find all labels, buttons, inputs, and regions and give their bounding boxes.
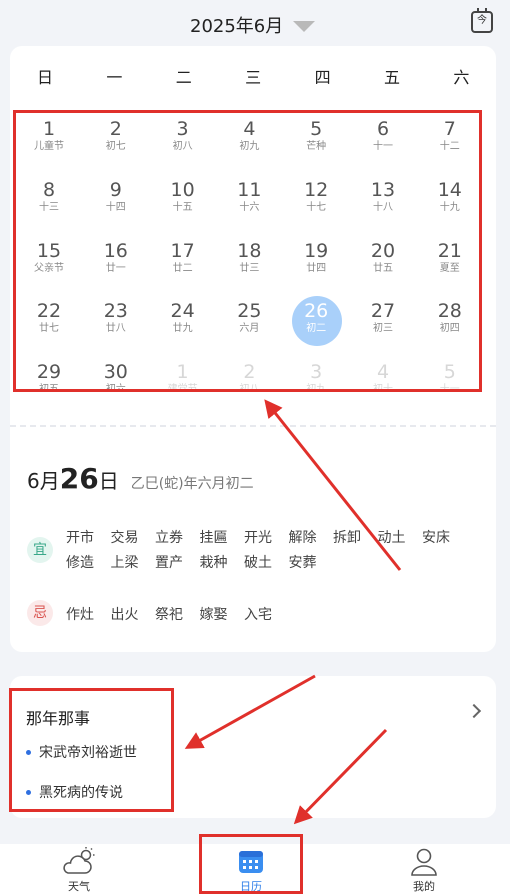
yi-item: 栽种 — [199, 555, 228, 571]
ji-item: 作灶 — [66, 607, 94, 623]
yi-item: 解除 — [288, 530, 317, 546]
yi-item: 修造 — [66, 555, 94, 571]
annotation-box-calendar — [13, 110, 482, 392]
ji-item: 出火 — [110, 607, 139, 623]
weekday-label: 六 — [453, 68, 470, 87]
yi-item: 交易 — [110, 530, 139, 546]
yi-item: 安葬 — [288, 555, 317, 571]
lunar-date: 乙巳(蛇)年六月初二 — [130, 476, 254, 492]
yi-badge: 宜 — [27, 537, 53, 563]
month-title: 2025年6月 — [190, 16, 284, 37]
weekday-label: 五 — [383, 68, 400, 87]
day-suffix: 日 — [98, 469, 119, 493]
yi-item: 上梁 — [110, 555, 139, 571]
weekday-label: 三 — [245, 68, 262, 87]
yi-item: 拆卸 — [333, 530, 361, 546]
yi-item: 开光 — [244, 530, 272, 546]
weekday-label: 日 — [36, 68, 53, 87]
yi-item: 挂匾 — [199, 530, 228, 546]
selected-day: 26 — [59, 462, 99, 495]
ji-badge: 忌 — [27, 600, 53, 626]
tab-profile[interactable]: 我的 — [384, 844, 464, 896]
weekday-label: 四 — [314, 68, 331, 87]
tab-weather[interactable]: 天气 — [39, 844, 119, 896]
tab-label: 天气 — [68, 880, 90, 893]
user-icon — [411, 848, 437, 876]
selected-date: 6月 26 日 乙巳(蛇)年六月初二 — [27, 462, 254, 496]
selected-month: 6月 — [27, 469, 60, 493]
weekday-label: 一 — [106, 68, 123, 87]
cloud-sun-icon — [63, 847, 95, 874]
weekday-row: 日一二三四五六 — [10, 64, 496, 88]
ji-item: 祭祀 — [155, 607, 183, 623]
caret-down-icon — [293, 20, 316, 32]
yi-item: 动土 — [377, 530, 406, 546]
tab-label: 我的 — [413, 880, 435, 893]
ji-item: 入宅 — [244, 607, 272, 623]
yi-item: 置产 — [155, 555, 183, 571]
top-header: 2025年6月 今 — [0, 0, 510, 48]
month-picker[interactable]: 2025年6月 — [190, 12, 316, 38]
annotation-box-history — [9, 688, 174, 812]
ji-item: 嫁娶 — [199, 607, 228, 623]
chevron-right-icon[interactable] — [466, 703, 482, 719]
yi-item: 立券 — [155, 530, 183, 546]
yi-item: 安床 — [422, 530, 450, 546]
yi-item: 破土 — [244, 555, 272, 571]
yi-item: 开市 — [66, 530, 94, 546]
today-calendar-icon[interactable]: 今 — [471, 8, 493, 33]
dashed-divider — [10, 425, 496, 427]
weekday-label: 二 — [175, 68, 192, 87]
annotation-box-tab — [199, 834, 303, 894]
